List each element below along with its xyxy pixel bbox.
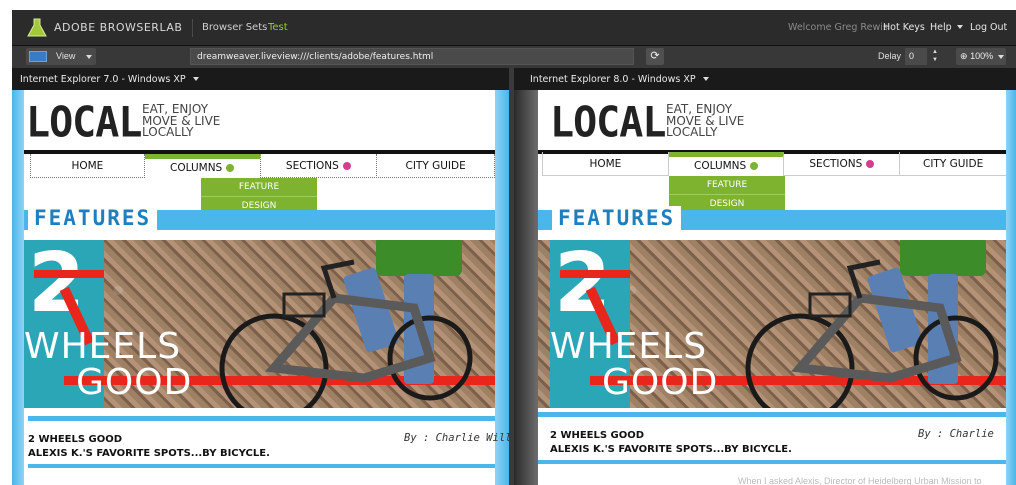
page-edge-decoration: [514, 90, 538, 485]
app-header: ADOBE BROWSERLAB Browser Sets Test Welco…: [12, 10, 1016, 46]
right-browser-title: Internet Explorer 8.0 - Windows XP: [530, 74, 696, 85]
hero-text-good: GOOD: [76, 362, 193, 403]
left-browser-title: Internet Explorer 7.0 - Windows XP: [20, 74, 186, 85]
story-byline: By : Charlie Will: [404, 432, 509, 444]
nav-columns[interactable]: COLUMNS: [668, 152, 785, 176]
dropdown-indicator-icon: [866, 160, 875, 168]
page-content: LOCAL EAT, ENJOY MOVE & LIVE LOCALLY HOM…: [24, 90, 509, 485]
chevron-down-icon: [998, 55, 1004, 59]
zoom-icon: ⊕: [960, 51, 968, 61]
bicycle-illustration: [219, 259, 473, 408]
nav-home[interactable]: HOME: [31, 154, 145, 178]
chevron-down-icon: [86, 55, 92, 59]
right-browser-select[interactable]: Internet Explorer 8.0 - Windows XP: [530, 74, 709, 85]
url-field[interactable]: dreamweaver.liveview:///clients/adobe/fe…: [190, 48, 634, 65]
story-byline: By : Charlie: [918, 428, 994, 440]
bicycle-illustration: [745, 259, 999, 408]
page-edge-decoration: [495, 90, 509, 485]
columns-dropdown: FEATURE DESIGN: [669, 176, 785, 214]
chevron-down-icon: [702, 77, 709, 81]
dropdown-indicator-icon: [750, 162, 759, 170]
tagline-line: LOCALLY: [142, 125, 194, 139]
refresh-icon: ⟳: [650, 50, 660, 62]
hero-image[interactable]: 2 WHEELS GOOD: [24, 240, 495, 408]
right-browser-pane: Internet Explorer 8.0 - Windows XP LOCAL…: [514, 68, 1016, 485]
hero-red-stripe: [560, 270, 630, 278]
delay-stepper[interactable]: ▲ ▼: [930, 48, 940, 65]
nav-home[interactable]: HOME: [543, 152, 669, 176]
site-nav: HOME COLUMNS SECTIONS CITY GUIDE: [30, 154, 495, 178]
header-divider: [192, 19, 193, 37]
chevron-down-icon: [192, 77, 199, 81]
help-label: Help: [930, 22, 952, 33]
browser-set-name[interactable]: Test: [268, 22, 288, 33]
page-edge-decoration: [1006, 90, 1016, 485]
story-teaser: When I asked Alexis, Director of Heidelb…: [738, 476, 982, 485]
left-pane-header[interactable]: Internet Explorer 7.0 - Windows XP: [12, 68, 509, 90]
welcome-text: Welcome Greg Rewis: [788, 22, 888, 33]
hero-text-wheels: WHEELS: [550, 326, 708, 367]
left-page-viewport[interactable]: LOCAL EAT, ENJOY MOVE & LIVE LOCALLY HOM…: [12, 90, 509, 485]
features-heading: FEATURES: [552, 206, 682, 230]
right-page-viewport[interactable]: LOCAL EAT, ENJOY MOVE & LIVE LOCALLY HOM…: [514, 90, 1016, 485]
hero-image[interactable]: 2 WHEELS GOOD: [538, 240, 1006, 408]
story-title[interactable]: 2 WHEELS GOOD: [28, 434, 122, 445]
story-subtitle: ALEXIS K.'S FAVORITE SPOTS...BY BICYCLE.: [28, 448, 270, 459]
story-rule: [28, 416, 495, 421]
delay-label: Delay: [878, 51, 902, 61]
site-logo[interactable]: LOCAL: [26, 99, 142, 147]
nav-columns[interactable]: COLUMNS: [144, 154, 261, 178]
hot-keys-link[interactable]: Hot Keys: [883, 22, 925, 33]
tagline-line: LOCALLY: [666, 125, 718, 139]
page-content: LOCAL EAT, ENJOY MOVE & LIVE LOCALLY HOM…: [538, 90, 1006, 485]
chevron-down-icon: [956, 25, 963, 29]
nav-sections[interactable]: SECTIONS: [784, 152, 901, 176]
site-page: LOCAL EAT, ENJOY MOVE & LIVE LOCALLY HOM…: [12, 90, 509, 485]
nav-sections[interactable]: SECTIONS: [261, 154, 378, 178]
hero-text-good: GOOD: [602, 362, 719, 403]
site-logo[interactable]: LOCAL: [550, 99, 666, 147]
help-menu[interactable]: Help: [930, 22, 963, 33]
story-subtitle: ALEXIS K.'S FAVORITE SPOTS...BY BICYCLE.: [550, 444, 792, 455]
story-rule: [538, 412, 1006, 417]
site-tagline: EAT, ENJOY MOVE & LIVE LOCALLY: [666, 103, 744, 139]
delay-input[interactable]: 0: [905, 48, 927, 65]
nav-city-guide[interactable]: CITY GUIDE: [377, 154, 495, 178]
nav-sections-label: SECTIONS: [809, 158, 863, 170]
dropdown-indicator-icon: [342, 162, 351, 170]
view-menu-button[interactable]: View: [26, 48, 96, 65]
story-rule: [28, 464, 495, 468]
dropdown-indicator-icon: [226, 164, 235, 172]
view-mode-icon: [29, 51, 47, 62]
zoom-value: 100%: [970, 51, 994, 61]
dropdown-item-feature[interactable]: FEATURE: [201, 178, 317, 197]
view-label: View: [56, 51, 76, 61]
nav-city-guide[interactable]: CITY GUIDE: [900, 152, 1006, 176]
features-heading: FEATURES: [28, 206, 158, 230]
site-tagline: EAT, ENJOY MOVE & LIVE LOCALLY: [142, 103, 220, 139]
zoom-menu-button[interactable]: ⊕ 100%: [956, 48, 1006, 65]
browserlab-toolbar: View dreamweaver.liveview:///clients/ado…: [12, 46, 1016, 68]
hero-text-wheels: WHEELS: [24, 326, 182, 367]
story-rule: [538, 460, 1006, 464]
page-edge-decoration: [12, 90, 24, 485]
hero-red-stripe: [34, 270, 104, 278]
right-pane-header[interactable]: Internet Explorer 8.0 - Windows XP: [514, 68, 1016, 90]
browserlab-logo-icon: [27, 18, 47, 37]
log-out-link[interactable]: Log Out: [970, 22, 1007, 33]
app-logo-text: ADOBE BROWSERLAB: [54, 21, 183, 34]
site-page: LOCAL EAT, ENJOY MOVE & LIVE LOCALLY HOM…: [514, 90, 1016, 485]
nav-columns-label: COLUMNS: [694, 160, 747, 172]
story-title[interactable]: 2 WHEELS GOOD: [550, 430, 644, 441]
nav-sections-label: SECTIONS: [285, 160, 339, 172]
left-browser-pane: Internet Explorer 7.0 - Windows XP LOCAL…: [12, 68, 509, 485]
site-nav: HOME COLUMNS SECTIONS CITY GUIDE: [542, 152, 1006, 176]
left-browser-select[interactable]: Internet Explorer 7.0 - Windows XP: [20, 74, 199, 85]
refresh-button[interactable]: ⟳: [646, 48, 664, 65]
dropdown-item-feature[interactable]: FEATURE: [669, 176, 785, 195]
nav-columns-label: COLUMNS: [170, 162, 223, 174]
browser-sets-link[interactable]: Browser Sets: [202, 22, 267, 33]
